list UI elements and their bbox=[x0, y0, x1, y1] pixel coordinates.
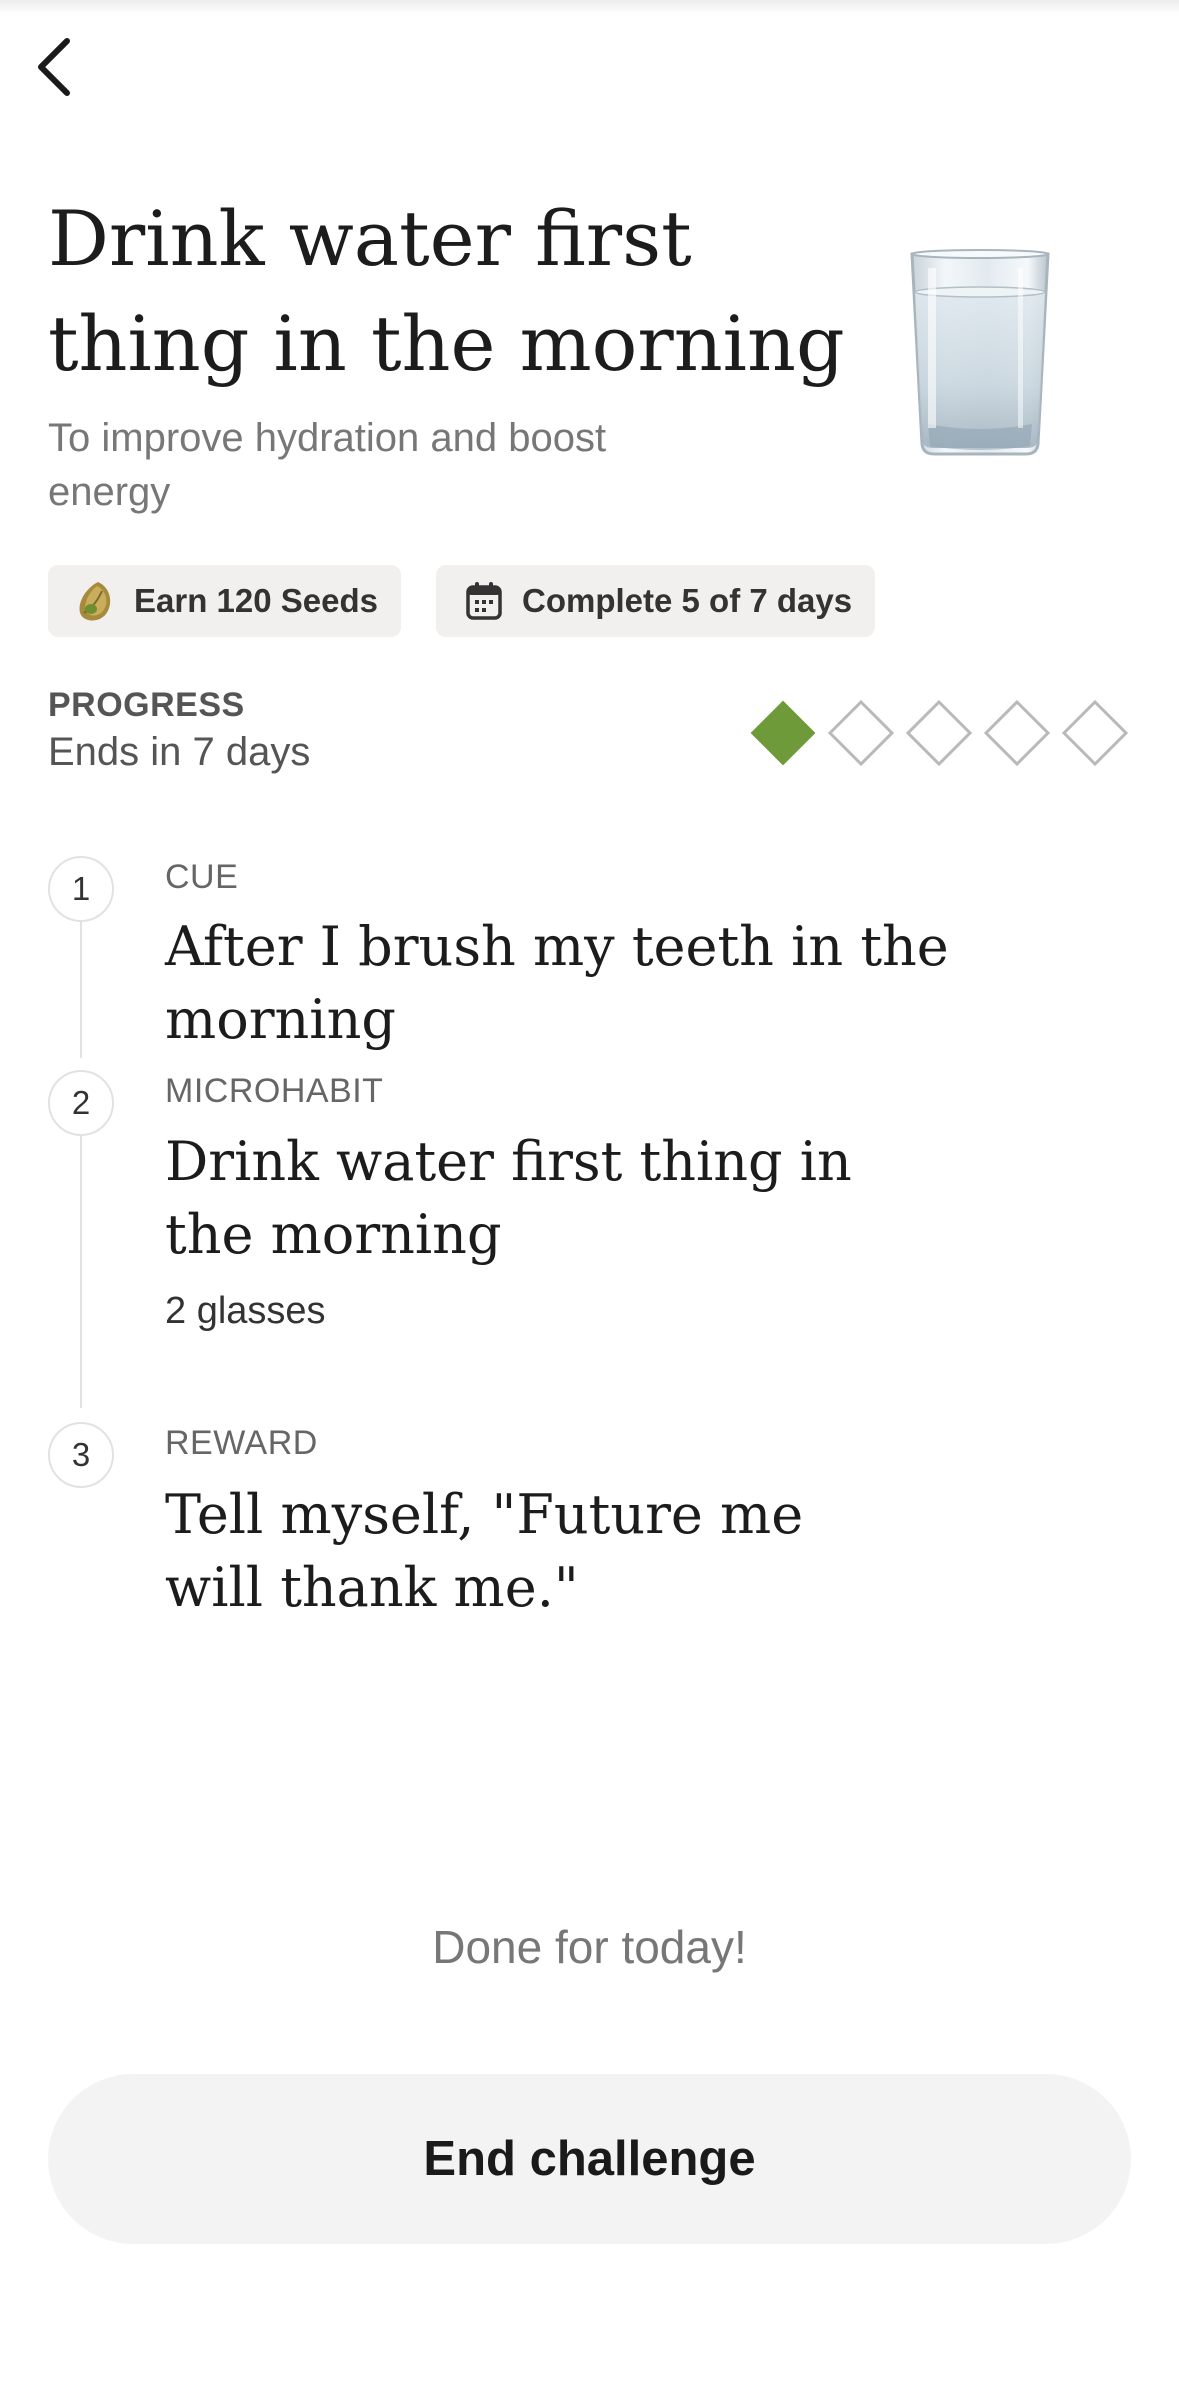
progress-diamond-filled bbox=[750, 700, 816, 766]
seeds-chip-label: Earn 120 Seeds bbox=[134, 582, 378, 619]
progress-diamond-empty bbox=[905, 699, 973, 767]
step-number-1: 1 bbox=[48, 856, 114, 922]
calendar-icon bbox=[462, 579, 506, 623]
step-connector bbox=[80, 922, 82, 1058]
seeds-reward-chip: Earn 120 Seeds bbox=[48, 565, 401, 637]
progress-diamonds bbox=[750, 699, 1129, 767]
progress-diamond-empty bbox=[1061, 699, 1129, 767]
step-text-cue: After I brush my teeth in the morning bbox=[165, 915, 949, 1051]
progress-diamond-empty bbox=[827, 699, 895, 767]
page-title: Drink water first thing in the morning bbox=[48, 194, 845, 388]
step-label-microhabit: MICROHABIT bbox=[165, 1072, 384, 1110]
progress-ends-text: Ends in 7 days bbox=[48, 730, 311, 774]
step-label-reward: REWARD bbox=[165, 1424, 318, 1462]
step-text-microhabit: Drink water first thing in the morning bbox=[165, 1130, 852, 1266]
done-status-text: Done for today! bbox=[432, 1921, 747, 1973]
top-edge bbox=[0, 0, 1179, 14]
page-subtitle: To improve hydration and boost energy bbox=[48, 416, 607, 514]
step-detail-microhabit: 2 glasses bbox=[165, 1290, 326, 1332]
step-text-reward: Tell myself, "Future me will thank me." bbox=[165, 1483, 804, 1619]
step-number-3: 3 bbox=[48, 1422, 114, 1488]
step-number-2: 2 bbox=[48, 1070, 114, 1136]
chevron-left-icon bbox=[38, 38, 70, 96]
end-challenge-button[interactable]: End challenge bbox=[48, 2074, 1131, 2244]
seed-icon bbox=[74, 579, 118, 623]
progress-diamond-empty bbox=[983, 699, 1051, 767]
water-glass-icon bbox=[910, 249, 1050, 456]
step-connector bbox=[80, 1136, 82, 1408]
progress-heading: PROGRESS bbox=[48, 686, 245, 724]
days-chip-label: Complete 5 of 7 days bbox=[522, 582, 853, 619]
back-button[interactable] bbox=[18, 28, 88, 106]
step-label-cue: CUE bbox=[165, 858, 239, 896]
days-goal-chip: Complete 5 of 7 days bbox=[436, 565, 875, 637]
